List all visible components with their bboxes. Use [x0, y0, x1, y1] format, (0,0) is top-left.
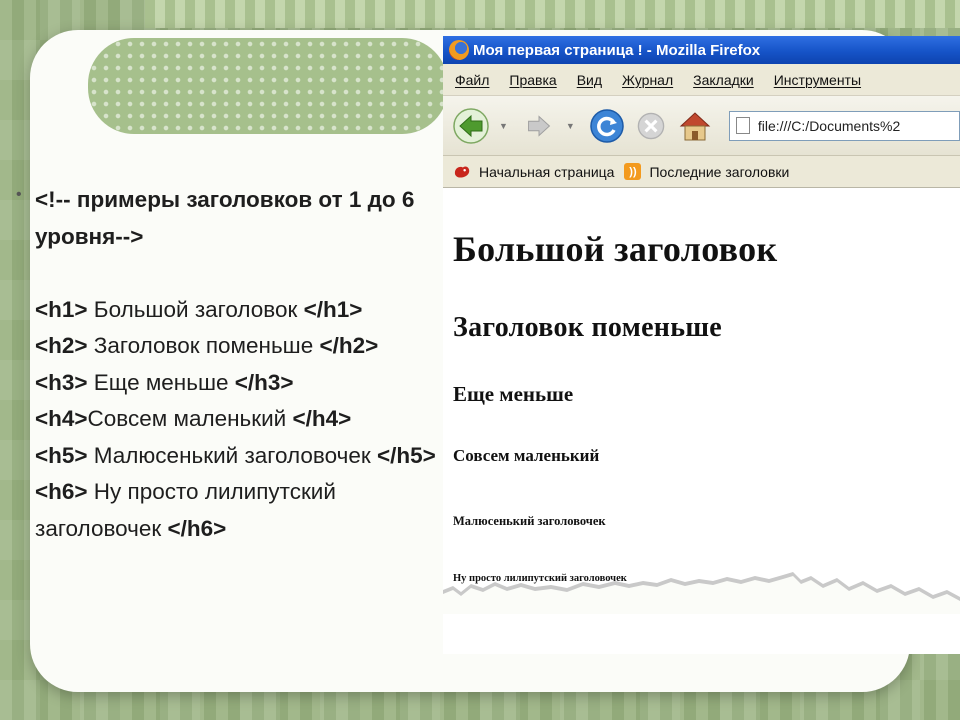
rendered-heading-h3: Еще меньше — [453, 382, 574, 406]
page-viewport: Большой заголовок Заголовок поменьше Еще… — [443, 188, 960, 614]
close-tag: </h5> — [376, 442, 436, 468]
code-line-h1: <h1> Большой заголовок </h1> — [35, 292, 441, 329]
tag-content: Малюсенький заголовочек — [87, 442, 377, 468]
code-line-h4: <h4>Совсем маленький </h4> — [35, 401, 441, 438]
slide-content: • <!-- примеры заголовков от 1 до 6 уров… — [16, 182, 441, 547]
rendered-heading-h2: Заголовок поменьше — [453, 312, 723, 343]
stop-button[interactable] — [633, 108, 669, 144]
menu-item-history[interactable]: Журнал — [618, 72, 681, 88]
tag-content: Заголовок поменьше — [87, 333, 320, 358]
stop-icon — [637, 112, 665, 139]
url-bar[interactable]: file:///C:/Documents%2 — [728, 110, 960, 141]
home-button[interactable] — [675, 106, 715, 146]
code-line-h5: <h5> Малюсенький заголовочек </h5> — [35, 438, 441, 475]
forward-arrow-icon — [527, 114, 551, 137]
menu-item-tools[interactable]: Инструменты — [770, 72, 869, 88]
close-tag: </h2> — [319, 333, 379, 358]
bookmarks-toolbar: Начальная страница )) Последние заголовк… — [443, 156, 960, 188]
rendered-heading-h1: Большой заголовок — [453, 229, 778, 269]
back-button[interactable] — [451, 106, 491, 146]
open-tag: <h3> — [35, 369, 88, 395]
bullet-point-icon: • — [16, 186, 22, 203]
firefox-logo-icon — [449, 40, 469, 60]
tag-content: Совсем маленький — [87, 406, 293, 431]
html-code-example: <!-- примеры заголовков от 1 до 6 уровня… — [16, 182, 441, 547]
open-tag: <h1> — [35, 296, 88, 322]
tag-content: Еще меньше — [87, 369, 235, 395]
open-tag: <h2> — [35, 333, 88, 358]
reload-button[interactable] — [587, 106, 627, 146]
page-icon — [735, 117, 750, 134]
window-titlebar: Моя первая страница ! - Mozilla Firefox — [443, 36, 960, 64]
open-tag: <h5> — [35, 442, 88, 468]
decorative-top-band — [145, 0, 960, 28]
bookmark-home-icon — [454, 165, 470, 178]
torn-paper-edge — [443, 572, 960, 614]
open-tag: <h4> — [35, 406, 88, 431]
menu-item-edit[interactable]: Правка — [505, 72, 564, 88]
bookmark-latest-headlines[interactable]: Последние заголовки — [649, 164, 789, 180]
menu-item-bookmarks[interactable]: Закладки — [689, 72, 762, 88]
reload-icon — [590, 108, 624, 143]
window-title: Моя первая страница ! - Mozilla Firefox — [473, 41, 761, 59]
home-icon — [679, 111, 711, 140]
rendered-heading-h4: Совсем маленький — [453, 446, 600, 465]
menu-bar: Файл Правка Вид Журнал Закладки Инструме… — [443, 64, 960, 96]
decorative-dotted-band — [88, 38, 448, 134]
code-line-h3: <h3> Еще меньше </h3> — [35, 365, 441, 402]
forward-button[interactable] — [520, 107, 558, 145]
close-tag: </h4> — [292, 406, 352, 431]
forward-dropdown-icon[interactable]: ▼ — [566, 121, 575, 131]
firefox-browser-screenshot: Моя первая страница ! - Mozilla Firefox … — [443, 36, 960, 654]
rss-feed-icon: )) — [624, 163, 642, 180]
menu-item-view[interactable]: Вид — [573, 72, 610, 88]
close-tag: </h3> — [234, 369, 294, 395]
code-line-h6: <h6> Ну просто лилипутский заголовочек <… — [35, 474, 441, 547]
back-arrow-icon — [453, 107, 489, 144]
back-dropdown-icon[interactable]: ▼ — [499, 121, 508, 131]
navigation-toolbar: ▼ ▼ file:///C:/Documents%2 — [443, 96, 960, 156]
menu-item-file[interactable]: Файл — [451, 72, 497, 88]
bookmark-home-page[interactable]: Начальная страница — [479, 164, 614, 180]
rendered-heading-h5: Малюсенький заголовочек — [453, 514, 606, 528]
open-tag: <h6> — [35, 479, 88, 504]
tag-content: Большой заголовок — [87, 296, 304, 322]
close-tag: </h1> — [303, 296, 363, 322]
html-comment-line: <!-- примеры заголовков от 1 до 6 уровня… — [35, 187, 415, 249]
close-tag: </h6> — [167, 515, 227, 541]
url-text: file:///C:/Documents%2 — [757, 117, 901, 134]
code-line-h2: <h2> Заголовок поменьше </h2> — [35, 328, 441, 365]
